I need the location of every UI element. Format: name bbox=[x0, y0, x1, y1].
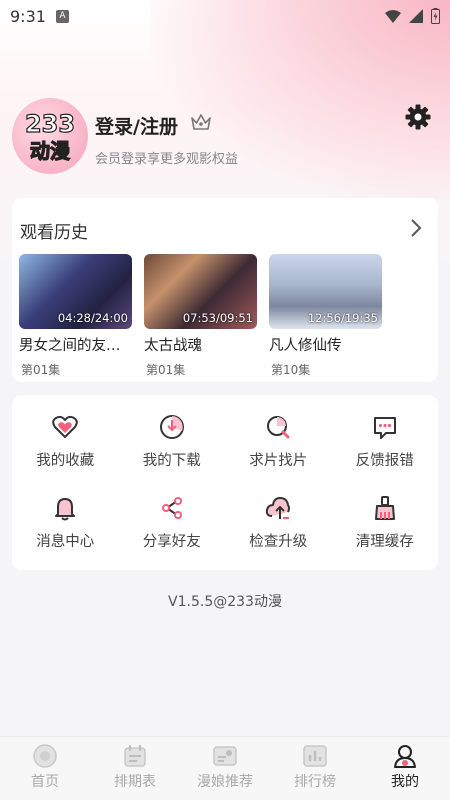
status-bar: 9:31 A bbox=[0, 0, 450, 32]
menu-label: 求片找片 bbox=[249, 453, 308, 469]
profile-icon bbox=[394, 745, 416, 768]
tab-label: 漫娘推荐 bbox=[197, 774, 253, 790]
menu-clear-cache[interactable]: 清理缓存 bbox=[332, 494, 439, 551]
watch-history-card: 观看历史 04:28/24:00 男女之间的友… 第01集 07:53/09:5… bbox=[12, 198, 438, 382]
broom-icon bbox=[371, 494, 399, 522]
menu-label: 清理缓存 bbox=[355, 534, 414, 550]
function-menu-card: 我的收藏 我的下载 求片找片 反馈报错 消息中心 分享好友 检查升级 清理缓存 bbox=[12, 395, 438, 570]
tab-recommend[interactable]: 漫娘推荐 bbox=[180, 737, 270, 800]
history-progress-time: 04:28/24:00 bbox=[57, 311, 128, 325]
home-icon bbox=[33, 744, 57, 768]
share-icon bbox=[158, 494, 186, 522]
tab-label: 排期表 bbox=[114, 774, 156, 790]
history-thumbnail: 12:56/19:35 bbox=[269, 254, 382, 329]
menu-label: 我的收藏 bbox=[36, 453, 95, 469]
avatar[interactable]: 233 动漫 bbox=[12, 98, 88, 174]
login-subtitle: 会员登录享更多观影权益 bbox=[95, 152, 239, 167]
function-menu-grid: 我的收藏 我的下载 求片找片 反馈报错 消息中心 分享好友 检查升级 清理缓存 bbox=[12, 413, 438, 551]
sim-icon: A bbox=[55, 9, 69, 23]
bell-icon bbox=[51, 494, 79, 522]
history-progress-time: 12:56/19:35 bbox=[307, 311, 378, 325]
menu-message-center[interactable]: 消息中心 bbox=[12, 494, 119, 551]
heart-icon bbox=[51, 413, 79, 441]
avatar-logo: 233 动漫 bbox=[24, 109, 75, 163]
history-thumbnail: 07:53/09:51 bbox=[144, 254, 257, 329]
battery-icon bbox=[431, 8, 440, 24]
tab-label: 排行榜 bbox=[294, 774, 336, 790]
watch-history-title: 观看历史 bbox=[20, 223, 88, 243]
menu-label: 消息中心 bbox=[36, 534, 95, 550]
recommend-icon bbox=[213, 746, 237, 766]
menu-label: 我的下载 bbox=[142, 453, 201, 469]
menu-feedback[interactable]: 反馈报错 bbox=[332, 413, 439, 470]
upgrade-icon bbox=[264, 494, 292, 522]
history-episode: 第01集 bbox=[146, 363, 186, 377]
tab-label: 我的 bbox=[391, 774, 419, 790]
history-episode: 第10集 bbox=[271, 363, 311, 377]
status-time: 9:31 bbox=[10, 6, 46, 26]
history-title: 太古战魂 bbox=[144, 338, 202, 354]
download-icon bbox=[158, 413, 186, 441]
menu-share[interactable]: 分享好友 bbox=[119, 494, 226, 551]
svg-text:动漫: 动漫 bbox=[30, 139, 71, 163]
tab-home[interactable]: 首页 bbox=[0, 737, 90, 800]
history-item[interactable]: 12:56/19:35 凡人修仙传 第10集 bbox=[269, 254, 382, 378]
watch-history-list: 04:28/24:00 男女之间的友… 第01集 07:53/09:51 太古战… bbox=[19, 254, 382, 378]
signal-icon bbox=[409, 9, 423, 23]
tab-label: 首页 bbox=[31, 774, 59, 790]
app-version: V1.5.5@233动漫 bbox=[168, 594, 282, 610]
history-progress-time: 07:53/09:51 bbox=[182, 311, 253, 325]
settings-gear-icon[interactable] bbox=[405, 104, 431, 130]
menu-label: 反馈报错 bbox=[355, 453, 414, 469]
tab-mine[interactable]: 我的 bbox=[360, 737, 450, 800]
tab-ranking[interactable]: 排行榜 bbox=[270, 737, 360, 800]
history-title: 凡人修仙传 bbox=[269, 338, 342, 354]
menu-label: 分享好友 bbox=[142, 534, 201, 550]
history-title: 男女之间的友… bbox=[19, 338, 121, 354]
menu-check-upgrade[interactable]: 检查升级 bbox=[225, 494, 332, 551]
menu-request-film[interactable]: 求片找片 bbox=[225, 413, 332, 470]
history-item[interactable]: 07:53/09:51 太古战魂 第01集 bbox=[144, 254, 257, 378]
calendar-icon bbox=[124, 745, 146, 767]
history-thumbnail: 04:28/24:00 bbox=[19, 254, 132, 329]
menu-downloads[interactable]: 我的下载 bbox=[119, 413, 226, 470]
chevron-right-icon[interactable] bbox=[410, 218, 422, 238]
tab-schedule[interactable]: 排期表 bbox=[90, 737, 180, 800]
search-film-icon bbox=[264, 413, 292, 441]
feedback-icon bbox=[371, 413, 399, 441]
wifi-icon bbox=[385, 9, 401, 23]
ranking-icon bbox=[303, 745, 327, 767]
bottom-tab-bar: 首页 排期表 漫娘推荐 排行榜 我的 bbox=[0, 736, 450, 800]
svg-text:233: 233 bbox=[25, 110, 75, 138]
menu-label: 检查升级 bbox=[249, 534, 308, 550]
login-register-link[interactable]: 登录/注册 bbox=[95, 112, 178, 139]
history-item[interactable]: 04:28/24:00 男女之间的友… 第01集 bbox=[19, 254, 132, 378]
profile-header: 233 动漫 登录/注册 会员登录享更多观影权益 bbox=[12, 98, 438, 178]
menu-favorites[interactable]: 我的收藏 bbox=[12, 413, 119, 470]
crown-icon bbox=[191, 114, 211, 130]
history-episode: 第01集 bbox=[21, 363, 61, 377]
